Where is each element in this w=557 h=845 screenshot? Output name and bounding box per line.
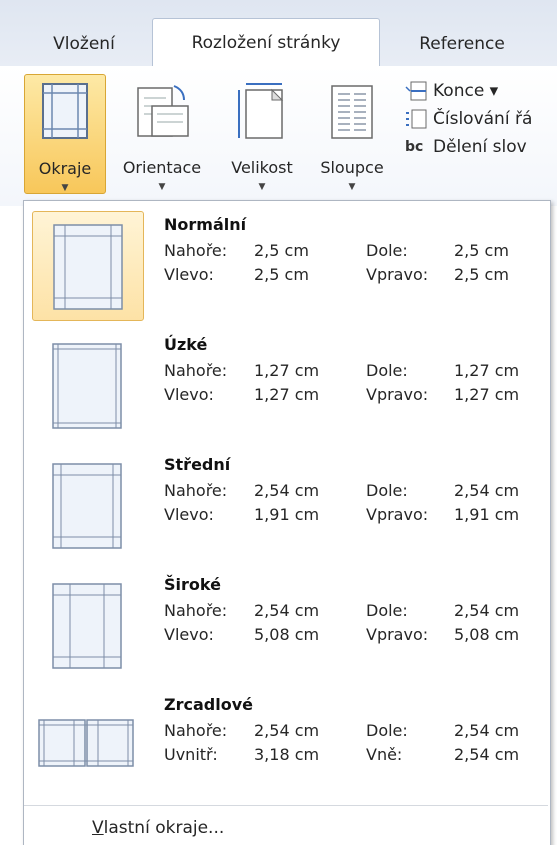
label-right: Vpravo: [366, 625, 429, 644]
chevron-down-icon: ▼ [158, 182, 166, 192]
deleni-slov-label: Dělení slov [433, 137, 527, 157]
value-top: 2,54 cm [254, 481, 320, 500]
margin-option-name: Normální [164, 215, 247, 234]
margin-option-stredni[interactable]: Střední Nahoře: 2,54 cm Dole: 2,54 cm Vl… [24, 441, 544, 559]
margin-option-name: Úzké [164, 335, 208, 354]
accelerator-key: V [92, 818, 104, 838]
sloupce-label: Sloupce [320, 158, 384, 177]
value-bottom: 2,54 cm [454, 481, 520, 500]
tab-rozlozeni-stranky[interactable]: Rozložení stránky [152, 18, 380, 67]
margin-option-name: Široké [164, 575, 221, 594]
label-bottom: Dole: [366, 601, 408, 620]
value-bottom: 2,5 cm [454, 241, 509, 260]
margin-thumbnail-frame [32, 211, 144, 321]
chevron-down-icon: ▼ [258, 182, 266, 192]
label-right: Vpravo: [366, 505, 429, 524]
value-right: 1,27 cm [454, 385, 520, 404]
margin-thumbnail-frame [32, 571, 142, 679]
orientace-button[interactable]: Orientace ▼ [112, 74, 212, 192]
konce-button[interactable]: Konce ▾ [405, 78, 498, 104]
label-right: Vpravo: [366, 265, 429, 284]
chevron-down-icon: ▼ [61, 183, 69, 193]
label-left: Vlevo: [164, 625, 214, 644]
value-left: 2,5 cm [254, 265, 309, 284]
label-left: Vlevo: [164, 385, 214, 404]
value-left: 1,91 cm [254, 505, 320, 524]
label-top: Nahoře: [164, 241, 228, 260]
page-margins-icon [52, 463, 122, 549]
value-bottom: 1,27 cm [454, 361, 520, 380]
label-top: Nahoře: [164, 601, 228, 620]
label-top: Nahoře: [164, 721, 228, 740]
value-inside: 3,18 cm [254, 745, 320, 764]
label-left: Vlevo: [164, 265, 214, 284]
margin-option-name: Střední [164, 455, 231, 474]
value-top: 1,27 cm [254, 361, 320, 380]
margin-thumbnail-frame [32, 691, 142, 799]
value-right: 1,91 cm [454, 505, 520, 524]
line-numbers-icon [406, 109, 427, 129]
konce-label: Konce ▾ [433, 81, 499, 101]
value-left: 1,27 cm [254, 385, 320, 404]
custom-margins-label: lastní okraje... [103, 818, 225, 838]
cislovani-label: Číslování řá [433, 109, 533, 129]
label-top: Nahoře: [164, 481, 228, 500]
size-icon [238, 83, 284, 139]
value-top: 2,54 cm [254, 601, 320, 620]
margin-option-name: Zrcadlové [164, 695, 253, 714]
menu-separator [24, 805, 548, 806]
word-ribbon-window: Vložení Rozložení stránky Reference Okra… [0, 0, 557, 845]
orientation-icon [137, 85, 189, 137]
label-top: Nahoře: [164, 361, 228, 380]
deleni-slov-button[interactable]: bc Dělení slov [405, 134, 527, 160]
ribbon-tab-strip: Vložení Rozložení stránky Reference [0, 0, 557, 67]
value-bottom: 2,54 cm [454, 601, 520, 620]
page-margins-icon [53, 224, 123, 310]
cislovani-radku-button[interactable]: Číslování řá [405, 106, 532, 132]
value-top: 2,5 cm [254, 241, 309, 260]
label-bottom: Dole: [366, 721, 408, 740]
velikost-button[interactable]: Velikost ▼ [218, 74, 306, 192]
velikost-label: Velikost [231, 158, 293, 177]
value-right: 2,5 cm [454, 265, 509, 284]
tab-vlozeni[interactable]: Vložení [24, 30, 144, 58]
label-bottom: Dole: [366, 481, 408, 500]
hyphenation-icon: bc [405, 139, 424, 155]
margin-option-normalni[interactable]: Normální Nahoře: 2,5 cm Dole: 2,5 cm Vle… [24, 201, 544, 321]
margin-option-uzke[interactable]: Úzké Nahoře: 1,27 cm Dole: 1,27 cm Vlevo… [24, 321, 544, 439]
label-left: Vlevo: [164, 505, 214, 524]
label-outside: Vně: [366, 745, 403, 764]
value-top: 2,54 cm [254, 721, 320, 740]
margin-thumbnail-frame [32, 331, 142, 439]
ribbon-page-setup-group: Okraje ▼ Orientace ▼ Velikost ▼ Sloupce … [0, 66, 557, 206]
margins-dropdown: Normální Nahoře: 2,5 cm Dole: 2,5 cm Vle… [23, 200, 551, 845]
sloupce-button[interactable]: Sloupce ▼ [310, 74, 394, 192]
chevron-down-icon: ▼ [348, 182, 356, 192]
okraje-label: Okraje [38, 159, 92, 178]
margin-thumbnail-frame [32, 451, 142, 559]
page-margins-icon [52, 583, 122, 669]
page-margins-icon [52, 343, 122, 429]
value-left: 5,08 cm [254, 625, 320, 644]
label-right: Vpravo: [366, 385, 429, 404]
mirrored-pages-icon [38, 719, 134, 767]
margin-option-siroke[interactable]: Široké Nahoře: 2,54 cm Dole: 2,54 cm Vle… [24, 561, 544, 679]
label-inside: Uvnitř: [164, 745, 218, 764]
tab-reference[interactable]: Reference [392, 30, 532, 58]
okraje-button[interactable]: Okraje ▼ [24, 74, 106, 194]
label-bottom: Dole: [366, 241, 408, 260]
value-bottom: 2,54 cm [454, 721, 520, 740]
columns-icon [331, 85, 373, 139]
margins-icon [42, 83, 88, 139]
custom-margins-menu-item[interactable]: Vlastní okraje... [92, 818, 224, 838]
value-outside: 2,54 cm [454, 745, 520, 764]
breaks-icon [405, 81, 427, 101]
orientace-label: Orientace [122, 158, 202, 177]
margin-option-zrcadlove[interactable]: Zrcadlové Nahoře: 2,54 cm Dole: 2,54 cm … [24, 681, 544, 799]
label-bottom: Dole: [366, 361, 408, 380]
value-right: 5,08 cm [454, 625, 520, 644]
